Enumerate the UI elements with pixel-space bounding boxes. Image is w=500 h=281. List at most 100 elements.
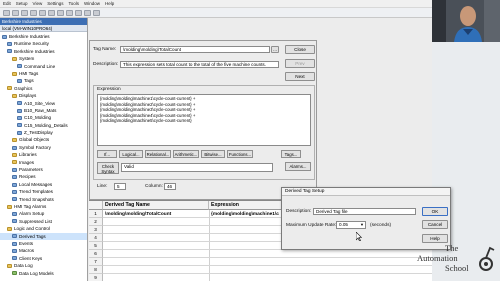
tree-item[interactable]: Runtime Security <box>0 40 87 47</box>
tree-item[interactable]: C15_Molding_Details <box>0 122 87 129</box>
tag-browse-button[interactable]: … <box>271 46 279 53</box>
menu-item-edit[interactable]: Edit <box>3 1 11 6</box>
grid-row-number[interactable]: 2 <box>89 218 103 226</box>
dialog-title: Derived Tag Setup <box>282 188 450 196</box>
item-icon <box>12 212 17 217</box>
tree-item[interactable]: Graphics <box>0 85 87 92</box>
grid-row-number[interactable]: 5 <box>89 242 103 250</box>
grid-row-number[interactable]: 3 <box>89 226 103 234</box>
grid-row[interactable] <box>103 274 432 281</box>
grid-row-number[interactable]: 1 <box>89 210 103 218</box>
tree-item[interactable]: Command Line <box>0 63 87 70</box>
copy-icon[interactable] <box>48 9 55 16</box>
item-icon <box>17 115 22 120</box>
tree-item[interactable]: Trend Snapshots <box>0 196 87 203</box>
menu-item-help[interactable]: Help <box>105 1 114 6</box>
tree-item[interactable]: Global Objects <box>0 136 87 143</box>
operator-button[interactable]: Bitwise... <box>201 150 225 158</box>
tree-item-label: Suppressed List <box>19 218 52 224</box>
grid-header-name[interactable]: Derived Tag Name <box>103 201 209 210</box>
new-icon[interactable] <box>3 9 10 16</box>
tree-item[interactable]: A10_Site_View <box>0 100 87 107</box>
grid-row1-expression[interactable]: {molding\molding\machine1\c <box>209 211 281 219</box>
tree-item[interactable]: Parameters <box>0 166 87 173</box>
check-syntax-button[interactable]: Check Syntax <box>97 162 119 174</box>
tree-item[interactable]: Suppressed List <box>0 218 87 225</box>
grid-row-number[interactable]: 8 <box>89 266 103 274</box>
tree-item[interactable]: Derived Tags <box>0 232 87 240</box>
find-icon[interactable] <box>84 9 91 16</box>
save-icon[interactable] <box>21 9 28 16</box>
max-update-rate-label: Maximum Update Rate: <box>286 223 337 228</box>
description-field[interactable]: This expression sets total count to the … <box>120 61 279 68</box>
tree-item[interactable]: Data Log <box>0 262 87 269</box>
item-icon <box>7 42 12 47</box>
next-button[interactable]: Next <box>285 72 315 81</box>
folder-icon <box>12 152 17 157</box>
item-icon <box>12 197 17 202</box>
grid-row[interactable] <box>103 250 432 258</box>
print-icon[interactable] <box>30 9 37 16</box>
menu-item-window[interactable]: Window <box>84 1 100 6</box>
grid-row-number[interactable]: 7 <box>89 258 103 266</box>
menu-item-tools[interactable]: Tools <box>68 1 79 6</box>
prev-button[interactable]: Prev <box>285 59 315 68</box>
tree-item[interactable]: Images <box>0 159 87 166</box>
paste-icon[interactable] <box>57 9 64 16</box>
help-icon[interactable] <box>93 9 100 16</box>
explorer-server[interactable]: local (VM-WIN10PRO64) <box>0 25 87 32</box>
operator-button[interactable]: Arithmetic... <box>173 150 199 158</box>
grid-row-number[interactable]: 9 <box>89 274 103 281</box>
tree-item[interactable]: Berkshire Industries <box>0 33 87 40</box>
open-icon[interactable] <box>12 9 19 16</box>
tree-item[interactable]: Alarm Setup <box>0 210 87 217</box>
menu-item-settings[interactable]: Settings <box>47 1 63 6</box>
tree-item[interactable]: Displays <box>0 92 87 99</box>
ok-button[interactable]: OK <box>422 207 448 216</box>
tree-item[interactable]: Tags <box>0 77 87 84</box>
tree-item[interactable]: B10_Raw_Mats <box>0 107 87 114</box>
cancel-button[interactable]: Cancel <box>422 220 448 229</box>
tree-item[interactable]: System <box>0 55 87 62</box>
redo-icon[interactable] <box>75 9 82 16</box>
operator-button[interactable]: Relational... <box>145 150 171 158</box>
tag-name-field[interactable]: \molding\molding\TotalCount <box>120 46 270 53</box>
expression-textarea[interactable]: {molding\molding\machine1\cycle-count-cu… <box>97 94 311 146</box>
item-icon <box>12 234 17 239</box>
tree-item-label: C15_Molding_Details <box>24 122 68 128</box>
tree-item[interactable]: Z_TestDisplay <box>0 129 87 136</box>
tree-item[interactable]: Data Log Models <box>0 270 87 277</box>
operator-button[interactable]: Functions... <box>227 150 253 158</box>
tree-item[interactable]: Logic and Control <box>0 225 87 232</box>
dialog-description-field[interactable]: Derived Tag file <box>313 208 416 215</box>
cut-icon[interactable] <box>39 9 46 16</box>
undo-icon[interactable] <box>66 9 73 16</box>
tree-item[interactable]: Events <box>0 240 87 247</box>
max-update-rate-select[interactable]: 0.05 ▼ <box>336 221 366 229</box>
grid-row-number[interactable]: 6 <box>89 250 103 258</box>
grid-row1-name[interactable]: \molding\molding\TotalCount <box>103 211 209 219</box>
tree-item[interactable]: Macros <box>0 247 87 254</box>
menu-item-view[interactable]: View <box>33 1 43 6</box>
operator-button[interactable]: Tags... <box>281 150 301 158</box>
alarms-button[interactable]: Alarms... <box>285 162 311 171</box>
tree-item[interactable]: HMI Tags <box>0 70 87 77</box>
tree-item[interactable]: Local Messages <box>0 181 87 188</box>
operator-button[interactable]: If... <box>97 150 117 158</box>
grid-row[interactable] <box>103 258 432 266</box>
tree-item[interactable]: Client Keys <box>0 255 87 262</box>
tree-item[interactable]: Libraries <box>0 151 87 158</box>
folder-icon <box>12 138 17 143</box>
tree-item-label: Z_TestDisplay <box>24 130 53 136</box>
grid-row-number[interactable]: 4 <box>89 234 103 242</box>
tree-item[interactable]: Symbol Factory <box>0 144 87 151</box>
close-button[interactable]: Close <box>285 45 315 54</box>
tree-item[interactable]: Trend Templates <box>0 188 87 195</box>
tree-item[interactable]: Recipes <box>0 173 87 180</box>
grid-row[interactable] <box>103 266 432 274</box>
operator-button[interactable]: Logical... <box>119 150 143 158</box>
tree-item[interactable]: HMI Tag Alarms <box>0 203 87 210</box>
tree-item[interactable]: C10_Molding <box>0 114 87 121</box>
tree-item[interactable]: Berkshire Industries <box>0 48 87 55</box>
menu-item-setup[interactable]: Setup <box>16 1 28 6</box>
